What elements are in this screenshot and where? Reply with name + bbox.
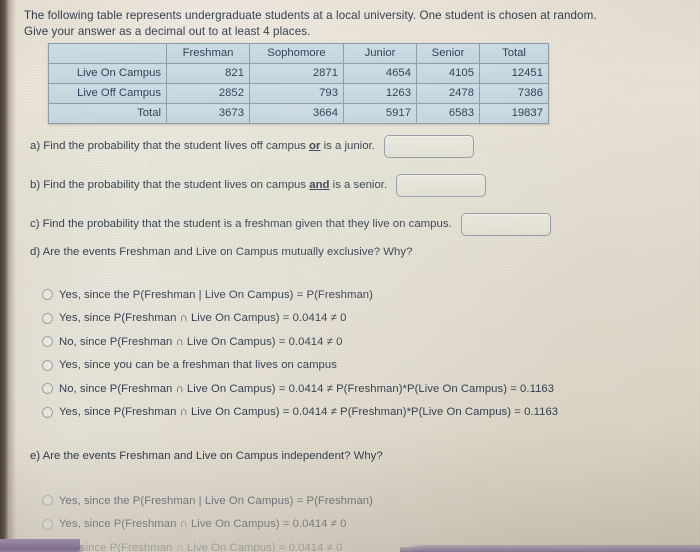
column-header-junior: Junior: [343, 43, 417, 64]
question-a-emphasis: or: [309, 140, 321, 152]
cell-total-total: 19837: [479, 103, 549, 124]
question-b-row: b) Find the probability that the student…: [30, 174, 487, 197]
table-row: Total 3673 3664 5917 6583 19837: [48, 103, 549, 124]
option-e-2[interactable]: Yes, since P(Freshman ∩ Live On Campus) …: [42, 513, 373, 537]
cell-total-junior: 5917: [343, 103, 417, 124]
cell-on-sophomore: 2871: [249, 63, 344, 84]
cell-off-sophomore: 793: [249, 83, 344, 104]
contingency-table: Freshman Sophomore Junior Senior Total L…: [48, 43, 549, 124]
cell-on-freshman: 821: [166, 63, 250, 84]
question-d-options: Yes, since the P(Freshman | Live On Camp…: [42, 283, 558, 424]
option-d-3[interactable]: No, since P(Freshman ∩ Live On Campus) =…: [42, 330, 558, 354]
row-header-live-on-campus: Live On Campus: [48, 63, 167, 84]
answer-input-b[interactable]: [396, 174, 487, 197]
option-e-1-label: Yes, since the P(Freshman | Live On Camp…: [59, 494, 373, 507]
option-e-1[interactable]: Yes, since the P(Freshman | Live On Camp…: [42, 489, 373, 513]
radio-button-icon[interactable]: [42, 383, 53, 395]
answer-input-c[interactable]: [460, 213, 551, 236]
column-header-senior: Senior: [416, 43, 480, 64]
scanned-worksheet-page: The following table represents undergrad…: [0, 0, 700, 552]
radio-button-icon[interactable]: [42, 406, 53, 418]
table-header-row: Freshman Sophomore Junior Senior Total: [48, 43, 549, 64]
column-header-sophomore: Sophomore: [249, 43, 344, 64]
row-header-total: Total: [48, 103, 167, 124]
option-d-3-label: No, since P(Freshman ∩ Live On Campus) =…: [59, 335, 343, 348]
option-d-2[interactable]: Yes, since P(Freshman ∩ Live On Campus) …: [42, 307, 558, 331]
bottom-purple-bar-left-block: [0, 539, 80, 550]
question-a-row: a) Find the probability that the student…: [30, 135, 474, 158]
column-header-total: Total: [479, 43, 549, 64]
question-e-options: Yes, since the P(Freshman | Live On Camp…: [42, 489, 373, 552]
question-c-row: c) Find the probability that the student…: [30, 213, 551, 236]
cell-total-freshman: 3673: [166, 103, 250, 124]
intro-paragraph: The following table represents undergrad…: [24, 9, 597, 38]
radio-button-icon[interactable]: [42, 359, 53, 371]
column-header-freshman: Freshman: [166, 43, 250, 64]
option-d-5-label: No, since P(Freshman ∩ Live On Campus) =…: [59, 382, 555, 395]
option-d-2-label: Yes, since P(Freshman ∩ Live On Campus) …: [59, 312, 347, 325]
question-b-suffix: is a senior.: [329, 179, 388, 191]
page-spine-gradient: [9, 0, 16, 552]
option-e-2-label: Yes, since P(Freshman ∩ Live On Campus) …: [59, 518, 347, 531]
cell-on-senior: 4105: [416, 63, 480, 84]
question-b-emphasis: and: [309, 179, 330, 191]
answer-input-a[interactable]: [383, 135, 474, 158]
cell-off-total: 7386: [479, 83, 549, 104]
question-a-suffix: is a junior.: [320, 140, 375, 152]
table-row: Live On Campus 821 2871 4654 4105 12451: [48, 63, 549, 84]
question-b-text: b) Find the probability that the student…: [30, 178, 387, 193]
bottom-purple-bar-right-segment: [400, 547, 700, 552]
cell-off-junior: 1263: [343, 83, 417, 104]
question-b-prefix: b) Find the probability that the student…: [30, 179, 310, 191]
question-a-text: a) Find the probability that the student…: [30, 139, 375, 154]
radio-button-icon[interactable]: [42, 336, 53, 348]
radio-button-icon[interactable]: [42, 495, 53, 507]
table-corner-cell: [48, 43, 167, 64]
question-c-text: c) Find the probability that the student…: [30, 218, 452, 230]
option-d-6-label: Yes, since P(Freshman ∩ Live On Campus) …: [59, 406, 559, 419]
contingency-table-wrapper: Freshman Sophomore Junior Senior Total L…: [48, 43, 549, 124]
cell-total-sophomore: 3664: [249, 103, 344, 124]
option-d-6[interactable]: Yes, since P(Freshman ∩ Live On Campus) …: [42, 401, 558, 425]
option-d-5[interactable]: No, since P(Freshman ∩ Live On Campus) =…: [42, 377, 558, 401]
question-a-prefix: a) Find the probability that the student…: [30, 140, 310, 152]
row-header-live-off-campus: Live Off Campus: [48, 83, 167, 104]
cell-on-junior: 4654: [343, 63, 417, 84]
cell-off-senior: 2478: [416, 83, 480, 104]
table-row: Live Off Campus 2852 793 1263 2478 7386: [48, 83, 549, 104]
cell-off-freshman: 2852: [166, 83, 250, 104]
option-d-4-label: Yes, since you can be a freshman that li…: [59, 359, 337, 372]
cell-on-total: 12451: [479, 63, 549, 84]
radio-button-icon[interactable]: [42, 518, 53, 530]
table-body: Live On Campus 821 2871 4654 4105 12451 …: [48, 63, 549, 124]
option-d-1-label: Yes, since the P(Freshman | Live On Camp…: [59, 288, 373, 301]
page-spine-shadow: [0, 0, 9, 552]
question-d-heading: d) Are the events Freshman and Live on C…: [30, 246, 413, 258]
cell-total-senior: 6583: [416, 103, 480, 124]
question-e-heading: e) Are the events Freshman and Live on C…: [30, 450, 383, 462]
radio-button-icon[interactable]: [42, 289, 53, 301]
radio-button-icon[interactable]: [42, 312, 53, 324]
table-header: Freshman Sophomore Junior Senior Total: [48, 43, 549, 64]
option-d-1[interactable]: Yes, since the P(Freshman | Live On Camp…: [42, 283, 558, 307]
option-d-4[interactable]: Yes, since you can be a freshman that li…: [42, 354, 558, 378]
